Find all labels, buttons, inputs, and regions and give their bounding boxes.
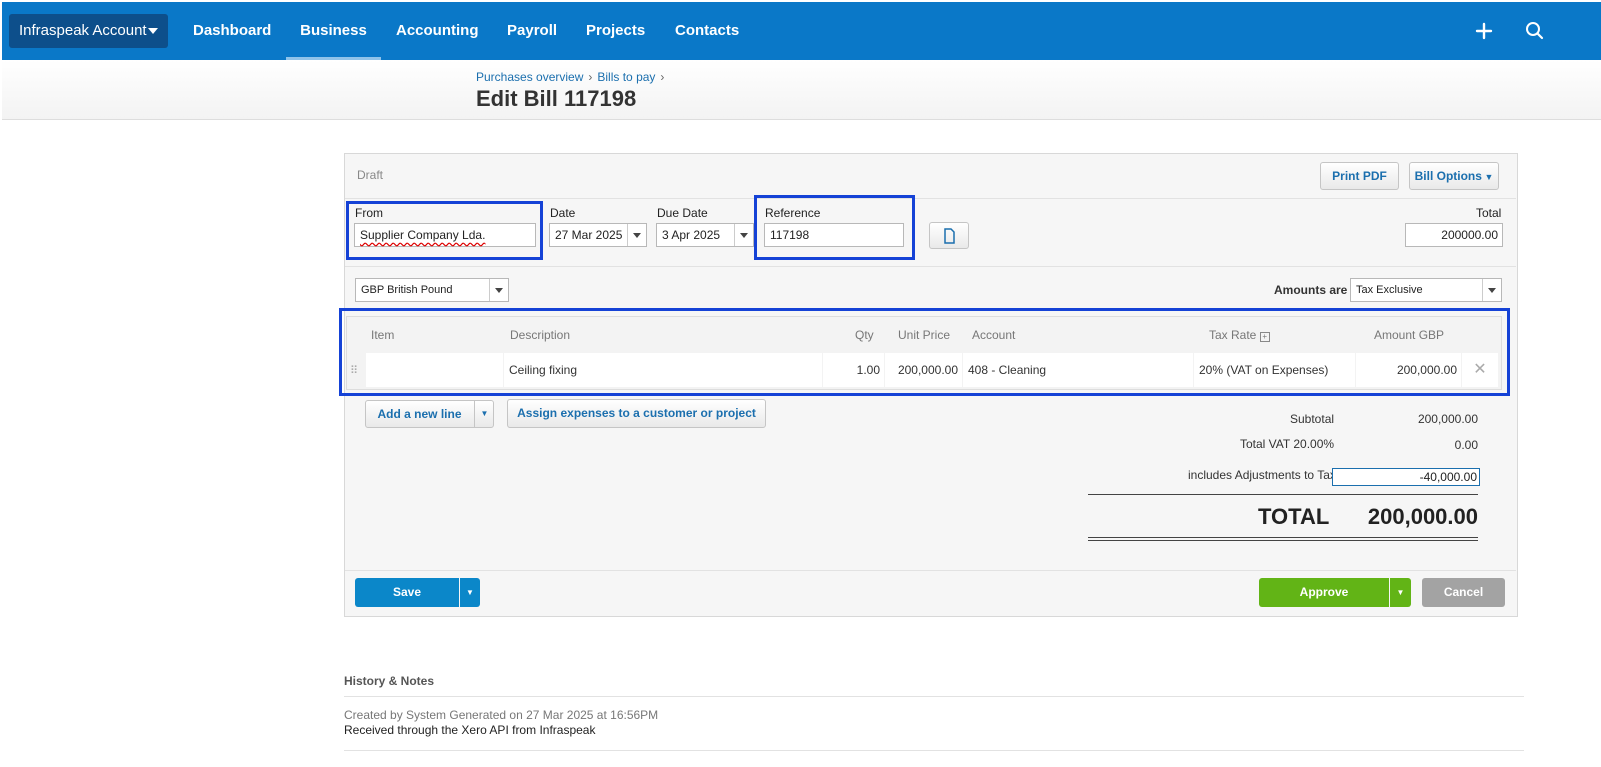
vat-value: 0.00 (1454, 438, 1478, 452)
org-name: Infraspeak Account (19, 22, 147, 39)
dropdown-arrow-icon[interactable] (489, 279, 508, 301)
bill-options-button[interactable]: Bill Options ▼ (1409, 162, 1499, 190)
attach-file-button[interactable] (929, 222, 969, 249)
search-icon[interactable] (1523, 19, 1547, 43)
divider (474, 401, 475, 427)
tax-adjustment-field[interactable]: -40,000.00 (1332, 468, 1480, 486)
nav-business[interactable]: Business (286, 2, 381, 60)
history-heading: History & Notes (344, 674, 435, 688)
cancel-button[interactable]: Cancel (1422, 578, 1505, 607)
amounts-are-select[interactable]: Tax Exclusive (1350, 278, 1502, 302)
nav-payroll[interactable]: Payroll (507, 2, 557, 60)
plus-icon[interactable] (1472, 19, 1496, 43)
save-dropdown-icon[interactable]: ▼ (460, 578, 480, 607)
due-date-label: Due Date (657, 206, 708, 220)
nav-contacts[interactable]: Contacts (675, 2, 739, 60)
divider (345, 198, 1516, 199)
nav-projects[interactable]: Projects (586, 2, 645, 60)
currency-value: GBP British Pound (361, 284, 453, 296)
date-field[interactable]: 27 Mar 2025 (549, 223, 647, 247)
approve-button[interactable]: Approve (1259, 578, 1389, 607)
breadcrumb-purchases-overview[interactable]: Purchases overview (476, 70, 583, 84)
subtotal-value: 200,000.00 (1417, 412, 1478, 426)
date-label: Date (550, 206, 576, 220)
nav-dashboard[interactable]: Dashboard (193, 2, 271, 60)
dropdown-arrow-icon[interactable] (1482, 279, 1501, 301)
divider (344, 696, 1524, 697)
divider (1088, 494, 1478, 495)
add-line-dropdown-icon[interactable]: ▼ (476, 401, 493, 427)
due-date-field[interactable]: 3 Apr 2025 (656, 223, 754, 247)
amounts-are-value: Tax Exclusive (1356, 284, 1423, 296)
history-note: Received through the Xero API from Infra… (344, 723, 596, 737)
history-created: Created by System Generated on 27 Mar 20… (344, 708, 659, 722)
divider (345, 266, 1516, 267)
save-button[interactable]: Save (355, 578, 459, 607)
approve-dropdown-icon[interactable]: ▼ (1390, 578, 1411, 607)
nav-accounting[interactable]: Accounting (396, 2, 479, 60)
date-value: 27 Mar 2025 (555, 228, 623, 242)
breadcrumb-bills-to-pay[interactable]: Bills to pay (597, 70, 655, 84)
divider (1088, 537, 1478, 538)
tax-adjustment-label: includes Adjustments to Tax (1188, 468, 1336, 482)
status-label: Draft (357, 168, 384, 182)
grand-total-value: 200,000.00 (1367, 504, 1478, 529)
divider (345, 570, 1516, 571)
amounts-are-label: Amounts are (1274, 283, 1348, 297)
highlight-line-items (339, 308, 1510, 396)
breadcrumb: Purchases overview › Bills to pay › (476, 70, 665, 84)
document-icon (944, 228, 955, 244)
page-title: Edit Bill 117198 (476, 86, 637, 111)
divider (344, 750, 1524, 751)
currency-select[interactable]: GBP British Pound (355, 278, 509, 302)
grand-total-label: TOTAL (1258, 504, 1330, 529)
subtotal-label: Subtotal (1290, 412, 1335, 426)
bill-options-label: Bill Options (1414, 169, 1482, 183)
highlight-from (346, 201, 543, 260)
dropdown-arrow-icon[interactable] (627, 224, 646, 246)
vat-label: Total VAT 20.00% (1240, 437, 1335, 451)
caret-down-icon: ▼ (1481, 172, 1494, 182)
total-label: Total (1476, 206, 1502, 220)
due-date-value: 3 Apr 2025 (662, 228, 721, 242)
highlight-reference (754, 195, 915, 260)
assign-expenses-button[interactable]: Assign expenses to a customer or project (507, 399, 766, 428)
top-nav-bar: Infraspeak Account Dashboard Business Ac… (2, 2, 1601, 60)
page-header (2, 60, 1601, 120)
total-field[interactable]: 200000.00 (1405, 223, 1503, 247)
print-pdf-button[interactable]: Print PDF (1320, 162, 1399, 190)
dropdown-arrow-icon[interactable] (734, 224, 753, 246)
caret-down-icon (148, 28, 158, 34)
divider (1088, 540, 1478, 541)
org-switcher[interactable]: Infraspeak Account (9, 14, 168, 48)
